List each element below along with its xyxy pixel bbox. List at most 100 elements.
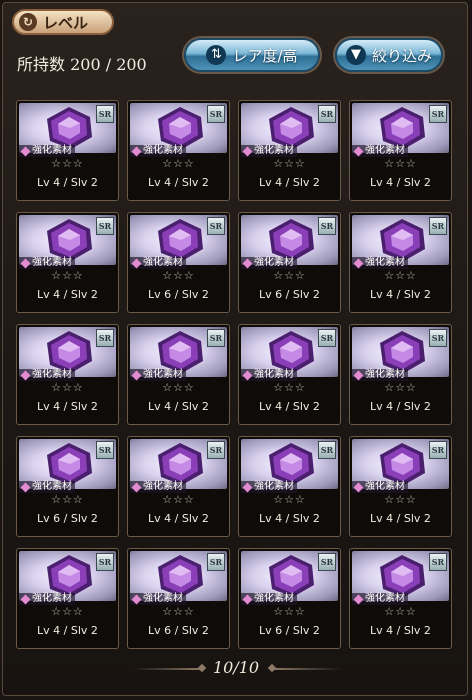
item-level: Lv 4 / Slv 2 (259, 176, 320, 189)
item-card[interactable]: SR 強化素材 ☆☆☆ Lv 4 / Slv 2 (127, 324, 230, 425)
diamond-icon (353, 370, 364, 380)
item-card[interactable]: SR 強化素材 ☆☆☆ Lv 6 / Slv 2 (16, 436, 119, 537)
item-card[interactable]: SR 強化素材 ☆☆☆ Lv 4 / Slv 2 (349, 436, 452, 537)
item-level: Lv 4 / Slv 2 (370, 288, 431, 301)
sort-level-button[interactable]: ↻ レベル (12, 9, 114, 35)
item-level: Lv 4 / Slv 2 (37, 400, 98, 413)
diamond-icon (242, 258, 253, 268)
rarity-badge: SR (207, 105, 225, 123)
item-card[interactable]: SR 強化素材 ☆☆☆ Lv 4 / Slv 2 (127, 436, 230, 537)
item-type-text: 強化素材 (143, 145, 183, 156)
item-type-text: 強化素材 (254, 369, 294, 380)
item-card[interactable]: SR 強化素材 ☆☆☆ Lv 4 / Slv 2 (238, 100, 341, 201)
rarity-badge: SR (96, 553, 114, 571)
item-type-label: 強化素材 (19, 257, 75, 269)
item-card[interactable]: SR 強化素材 ☆☆☆ Lv 6 / Slv 2 (127, 212, 230, 313)
item-type-text: 強化素材 (365, 369, 405, 380)
star-rating: ☆☆☆ (384, 269, 417, 282)
item-type-label: 強化素材 (241, 593, 297, 605)
star-rating: ☆☆☆ (51, 381, 84, 394)
item-type-text: 強化素材 (32, 257, 72, 268)
star-rating: ☆☆☆ (384, 381, 417, 394)
item-type-text: 強化素材 (365, 257, 405, 268)
item-card[interactable]: SR 強化素材 ☆☆☆ Lv 6 / Slv 2 (238, 548, 341, 649)
star-rating: ☆☆☆ (384, 605, 417, 618)
item-type-text: 強化素材 (254, 481, 294, 492)
item-level: Lv 4 / Slv 2 (37, 624, 98, 637)
item-type-text: 強化素材 (254, 257, 294, 268)
rarity-badge: SR (207, 217, 225, 235)
item-level: Lv 6 / Slv 2 (259, 288, 320, 301)
item-card[interactable]: SR 強化素材 ☆☆☆ Lv 6 / Slv 2 (238, 212, 341, 313)
item-type-label: 強化素材 (352, 257, 408, 269)
item-type-text: 強化素材 (32, 369, 72, 380)
item-level: Lv 4 / Slv 2 (370, 624, 431, 637)
star-rating: ☆☆☆ (162, 605, 195, 618)
item-level: Lv 6 / Slv 2 (148, 624, 209, 637)
item-card[interactable]: SR 強化素材 ☆☆☆ Lv 4 / Slv 2 (16, 324, 119, 425)
item-card[interactable]: SR 強化素材 ☆☆☆ Lv 4 / Slv 2 (16, 548, 119, 649)
item-level: Lv 6 / Slv 2 (259, 624, 320, 637)
sort-label: レベル (43, 13, 89, 32)
item-type-label: 強化素材 (352, 593, 408, 605)
rarity-badge: SR (96, 217, 114, 235)
item-card[interactable]: SR 強化素材 ☆☆☆ Lv 6 / Slv 2 (127, 548, 230, 649)
item-card[interactable]: SR 強化素材 ☆☆☆ Lv 4 / Slv 2 (349, 324, 452, 425)
star-rating: ☆☆☆ (51, 157, 84, 170)
item-type-label: 強化素材 (241, 481, 297, 493)
item-type-label: 強化素材 (352, 145, 408, 157)
item-type-label: 強化素材 (130, 481, 186, 493)
item-level: Lv 4 / Slv 2 (259, 400, 320, 413)
star-rating: ☆☆☆ (273, 269, 306, 282)
item-count: 所持数 200 / 200 (17, 55, 147, 74)
star-rating: ☆☆☆ (273, 493, 306, 506)
item-type-label: 強化素材 (130, 369, 186, 381)
item-type-text: 強化素材 (32, 593, 72, 604)
item-type-label: 強化素材 (352, 369, 408, 381)
funnel-icon: ▼ (345, 45, 366, 65)
item-type-text: 強化素材 (143, 257, 183, 268)
rarity-badge: SR (429, 441, 447, 459)
rarity-badge: SR (207, 441, 225, 459)
star-rating: ☆☆☆ (162, 381, 195, 394)
diamond-icon (353, 258, 364, 268)
item-level: Lv 6 / Slv 2 (148, 288, 209, 301)
item-level: Lv 4 / Slv 2 (148, 176, 209, 189)
diamond-icon (20, 482, 31, 492)
rarity-badge: SR (318, 217, 336, 235)
item-card[interactable]: SR 強化素材 ☆☆☆ Lv 4 / Slv 2 (16, 100, 119, 201)
item-card[interactable]: SR 強化素材 ☆☆☆ Lv 4 / Slv 2 (349, 548, 452, 649)
diamond-icon (20, 370, 31, 380)
rarity-badge: SR (318, 553, 336, 571)
filter-button[interactable]: ▼ 絞り込み (335, 38, 443, 72)
diamond-icon (353, 482, 364, 492)
rarity-badge: SR (429, 105, 447, 123)
star-rating: ☆☆☆ (384, 157, 417, 170)
rarity-sort-button[interactable]: ⇅ レア度/高 (184, 38, 320, 72)
item-level: Lv 4 / Slv 2 (148, 400, 209, 413)
item-level: Lv 4 / Slv 2 (37, 288, 98, 301)
rarity-badge: SR (429, 217, 447, 235)
item-card[interactable]: SR 強化素材 ☆☆☆ Lv 4 / Slv 2 (127, 100, 230, 201)
item-level: Lv 6 / Slv 2 (37, 512, 98, 525)
refresh-icon: ↻ (19, 13, 37, 31)
page-indicator: 10/10 (212, 658, 260, 677)
pager-right-ornament (272, 668, 342, 670)
star-rating: ☆☆☆ (273, 157, 306, 170)
item-card[interactable]: SR 強化素材 ☆☆☆ Lv 4 / Slv 2 (349, 100, 452, 201)
item-card[interactable]: SR 強化素材 ☆☆☆ Lv 4 / Slv 2 (349, 212, 452, 313)
item-level: Lv 4 / Slv 2 (148, 512, 209, 525)
item-type-text: 強化素材 (32, 481, 72, 492)
item-type-label: 強化素材 (241, 257, 297, 269)
item-level: Lv 4 / Slv 2 (370, 176, 431, 189)
item-card[interactable]: SR 強化素材 ☆☆☆ Lv 4 / Slv 2 (16, 212, 119, 313)
star-rating: ☆☆☆ (51, 493, 84, 506)
star-rating: ☆☆☆ (273, 605, 306, 618)
item-card[interactable]: SR 強化素材 ☆☆☆ Lv 4 / Slv 2 (238, 324, 341, 425)
item-card[interactable]: SR 強化素材 ☆☆☆ Lv 4 / Slv 2 (238, 436, 341, 537)
rarity-sort-label: レア度/高 (232, 46, 298, 65)
rarity-badge: SR (96, 105, 114, 123)
item-type-label: 強化素材 (130, 593, 186, 605)
item-grid: SR 強化素材 ☆☆☆ Lv 4 / Slv 2 SR 強化素材 ☆☆☆ Lv 4 / Slv… (16, 100, 452, 649)
item-type-text: 強化素材 (365, 593, 405, 604)
